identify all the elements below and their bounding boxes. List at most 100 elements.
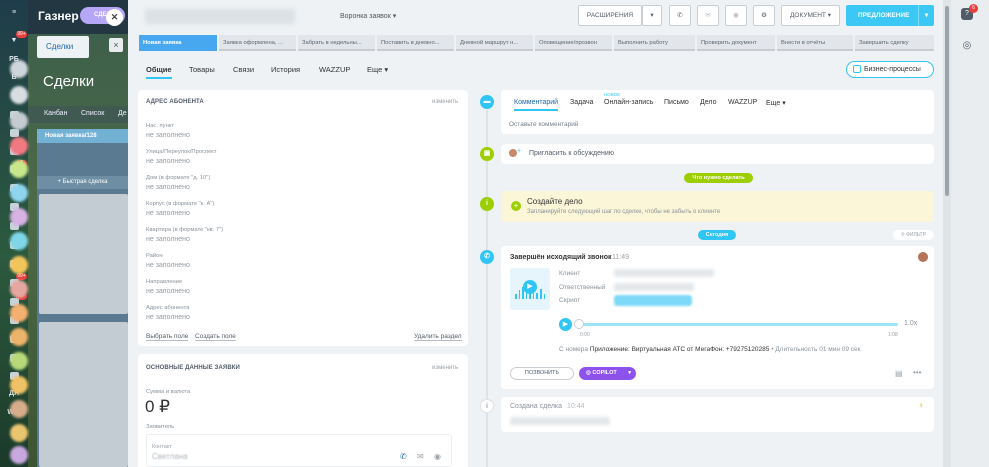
sidebar-avatar[interactable] bbox=[10, 280, 28, 298]
stage-daily-route[interactable]: Дневной маршрут н... bbox=[456, 35, 533, 51]
contact-mail-icon[interactable]: ✉ bbox=[417, 452, 424, 461]
field-value[interactable]: не заполнено bbox=[146, 314, 190, 321]
script-value[interactable] bbox=[614, 295, 692, 306]
sidebar-avatar[interactable] bbox=[10, 208, 28, 226]
editor-tab-task[interactable]: Задача bbox=[570, 99, 594, 106]
add-task-icon[interactable]: + bbox=[511, 201, 521, 211]
select-field-link[interactable]: Выбрать поле bbox=[146, 333, 189, 341]
sidebar-avatar[interactable] bbox=[10, 446, 28, 464]
sidebar-avatar[interactable] bbox=[10, 60, 28, 78]
slider-scrollbar[interactable] bbox=[943, 0, 951, 467]
contact-chat-icon[interactable]: ◉ bbox=[434, 452, 441, 461]
field-value[interactable]: не заполнено bbox=[146, 158, 190, 165]
view-list[interactable]: Список bbox=[81, 110, 104, 117]
background-deals-tab[interactable]: Сделки bbox=[37, 36, 89, 58]
create-task-card[interactable] bbox=[501, 191, 934, 222]
sidebar-avatar[interactable] bbox=[10, 232, 28, 250]
note-icon[interactable]: ▤ bbox=[895, 369, 903, 378]
scrollbar-thumb[interactable] bbox=[945, 6, 949, 196]
sidebar-avatar[interactable] bbox=[10, 376, 28, 394]
copilot-button[interactable]: ◎ COPILOT ▾ bbox=[579, 367, 636, 380]
invite-text[interactable]: Пригласить к обсуждению bbox=[529, 150, 614, 157]
audio-play-icon[interactable]: ▶ bbox=[559, 318, 572, 331]
editor-tab-wazzup[interactable]: WAZZUP bbox=[728, 99, 757, 106]
close-slider-icon[interactable]: ✕ bbox=[106, 9, 123, 26]
delete-section-link[interactable]: Удалить раздел bbox=[414, 333, 462, 341]
field-value[interactable]: не заполнено bbox=[146, 132, 190, 139]
audio-progress-track[interactable] bbox=[578, 323, 898, 326]
sidebar-avatar[interactable] bbox=[10, 86, 28, 104]
call-button[interactable]: ПОЗВОНИТЬ bbox=[510, 367, 574, 380]
stage-complete-deal[interactable]: Завершить сделку bbox=[855, 35, 934, 51]
tab-history[interactable]: История bbox=[271, 65, 300, 74]
stage-do-work[interactable]: Выполнить работу bbox=[614, 35, 695, 51]
deal-title[interactable] bbox=[145, 9, 295, 24]
thumbnail-play-icon[interactable]: ▶ bbox=[523, 280, 537, 294]
editor-tab-booking[interactable]: Онлайн-запись bbox=[604, 99, 653, 106]
business-processes-button[interactable]: Бизнес-процессы bbox=[846, 61, 934, 78]
extensions-dropdown-icon[interactable]: ▾ bbox=[642, 5, 662, 26]
sidebar-avatar[interactable] bbox=[10, 400, 28, 418]
stage-reports[interactable]: Внести в отчёты bbox=[777, 35, 853, 51]
editor-tab-email[interactable]: Письмо bbox=[664, 99, 689, 106]
sidebar-avatar[interactable] bbox=[10, 352, 28, 370]
audio-speed[interactable]: 1.0x bbox=[904, 320, 917, 327]
phone-icon[interactable]: ✆ bbox=[669, 5, 691, 26]
tab-products[interactable]: Товары bbox=[189, 65, 215, 74]
extensions-button[interactable]: РАСШИРЕНИЯ bbox=[578, 5, 642, 26]
stage-new-request[interactable]: Новая заявка bbox=[139, 35, 217, 51]
responsible-value[interactable] bbox=[614, 283, 694, 291]
stage-daily-schedule[interactable]: Поставить в дневно... bbox=[377, 35, 454, 51]
sidebar-avatar[interactable] bbox=[10, 184, 28, 202]
mail-icon[interactable]: ✉ bbox=[697, 5, 719, 26]
copilot-dropdown-icon[interactable]: ▾ bbox=[628, 367, 631, 380]
field-value[interactable]: не заполнено bbox=[146, 210, 190, 217]
filter-button[interactable]: ⚲ ФИЛЬТР bbox=[893, 230, 934, 240]
view-kanban[interactable]: Канбан bbox=[44, 110, 67, 117]
sidebar-avatar[interactable] bbox=[10, 328, 28, 346]
responsible-avatar[interactable] bbox=[918, 252, 928, 262]
create-task-title[interactable]: Создайте дело bbox=[527, 197, 583, 206]
sum-value[interactable]: 0 ₽ bbox=[145, 397, 170, 417]
offer-dropdown-icon[interactable]: ▾ bbox=[918, 5, 934, 26]
sidebar-avatar[interactable] bbox=[10, 424, 28, 442]
sidebar-avatar[interactable] bbox=[10, 304, 28, 322]
contact-name[interactable]: Светлана bbox=[152, 452, 188, 461]
field-value[interactable]: не заполнено bbox=[146, 184, 190, 191]
editor-tab-activity[interactable]: Дело bbox=[700, 99, 716, 106]
field-value[interactable]: не заполнено bbox=[146, 288, 190, 295]
stage-check-document[interactable]: Проверить документ bbox=[697, 35, 775, 51]
kanban-card[interactable] bbox=[39, 194, 128, 314]
pipeline-selector[interactable]: Воронка заявок ▾ bbox=[340, 12, 396, 20]
quick-add-button[interactable]: + Быстрая сделка bbox=[37, 176, 128, 189]
comment-input[interactable]: Оставьте комментарий bbox=[509, 121, 579, 128]
sidebar-avatar[interactable] bbox=[10, 160, 28, 178]
editor-tab-more[interactable]: Еще ▾ bbox=[766, 99, 786, 107]
tab-wazzup[interactable]: WAZZUP bbox=[319, 65, 350, 74]
audio-progress-handle[interactable] bbox=[574, 319, 584, 329]
editor-tab-comment[interactable]: Комментарий bbox=[514, 99, 559, 111]
sidebar-avatar[interactable] bbox=[10, 256, 28, 274]
tab-more[interactable]: Еще ▾ bbox=[367, 65, 388, 74]
sidebar-avatar[interactable] bbox=[10, 112, 28, 130]
address-edit-link[interactable]: изменить bbox=[432, 99, 458, 105]
stage-request-filed[interactable]: Заявка оформлена, ... bbox=[219, 35, 296, 51]
menu-icon[interactable]: ≡ bbox=[6, 8, 22, 18]
field-value[interactable]: не заполнено bbox=[146, 262, 190, 269]
settings-gear-icon[interactable]: ⚙ bbox=[753, 5, 775, 26]
more-icon[interactable]: ••• bbox=[913, 368, 921, 377]
copilot-sidebar-icon[interactable]: ◎ bbox=[961, 40, 973, 52]
sidebar-avatar[interactable] bbox=[10, 137, 28, 155]
main-edit-link[interactable]: изменить bbox=[432, 365, 458, 371]
offer-button[interactable]: ПРЕДЛОЖЕНИЕ ▾ bbox=[846, 5, 934, 26]
tab-general[interactable]: Общие bbox=[146, 65, 172, 79]
stage-weekly-pickup[interactable]: Забрать в недельны... bbox=[298, 35, 375, 51]
create-field-link[interactable]: Создать поле bbox=[195, 333, 236, 341]
messenger-icon[interactable]: ◉ bbox=[725, 5, 747, 26]
view-other[interactable]: Де bbox=[118, 110, 127, 117]
stage-notification[interactable]: Оповещение/прозвон bbox=[535, 35, 612, 51]
contact-phone-icon[interactable]: ✆ bbox=[400, 452, 407, 461]
document-button[interactable]: ДОКУМЕНТ ▾ bbox=[781, 5, 840, 26]
client-value[interactable] bbox=[614, 269, 714, 277]
field-value[interactable]: не заполнено bbox=[146, 236, 190, 243]
